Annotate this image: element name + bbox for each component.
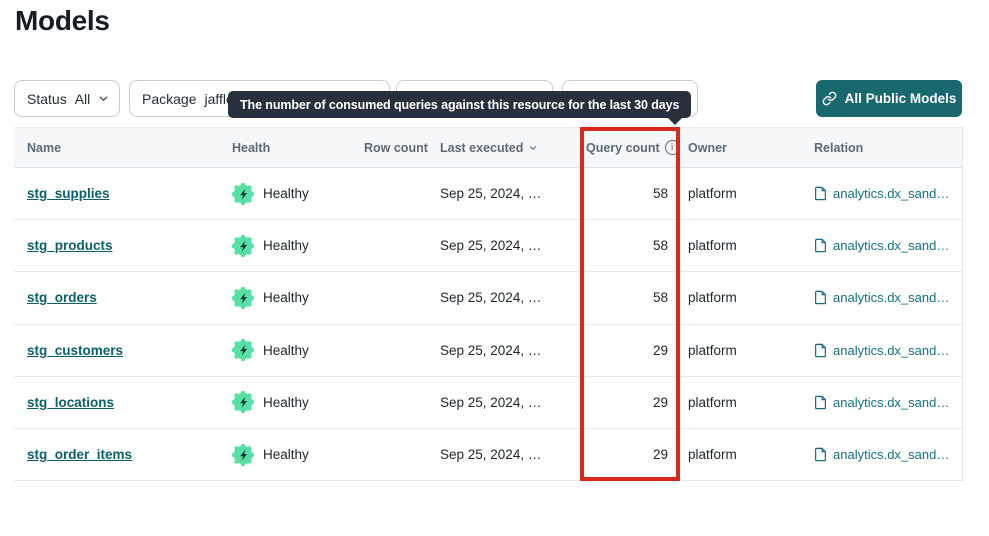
table-row: stg_supplies Healthy	[14, 168, 962, 220]
owner-cell: platform	[680, 447, 800, 462]
status-filter-dropdown[interactable]: Status All	[14, 80, 120, 117]
relation-link[interactable]: analytics.dx_sand…	[814, 290, 962, 305]
health-status-label: Healthy	[263, 290, 309, 305]
column-header-row-count[interactable]: Row count	[364, 141, 440, 155]
owner-cell: platform	[680, 186, 800, 201]
relation-link[interactable]: analytics.dx_sand…	[814, 447, 962, 462]
model-name-link[interactable]: stg_order_items	[27, 447, 132, 462]
health-cell: Healthy	[232, 444, 364, 466]
file-icon	[814, 238, 827, 253]
package-filter-label: Package	[142, 91, 196, 107]
column-header-query-count[interactable]: Query count i	[586, 140, 680, 155]
last-executed-cell: Sep 25, 2024, …	[440, 343, 586, 358]
health-cell: Healthy	[232, 235, 364, 257]
relation-label: analytics.dx_sand…	[833, 186, 949, 201]
table-row: stg_orders Healthy	[14, 272, 962, 324]
column-header-relation[interactable]: Relation	[800, 141, 962, 155]
health-cell: Healthy	[232, 391, 364, 413]
models-page: Models Status All Package jaffle_ All Pu…	[0, 0, 989, 536]
owner-cell: platform	[680, 343, 800, 358]
model-name-link[interactable]: stg_customers	[27, 343, 123, 358]
table-header-row: Name Health Row count Last executed Quer…	[14, 127, 962, 168]
relation-link[interactable]: analytics.dx_sand…	[814, 395, 962, 410]
all-public-models-button[interactable]: All Public Models	[816, 80, 962, 117]
healthy-badge-icon	[232, 235, 254, 257]
tooltip-text: The number of consumed queries against t…	[240, 98, 679, 112]
file-icon	[814, 343, 827, 358]
table-row: stg_products Healthy	[14, 220, 962, 272]
file-icon	[814, 447, 827, 462]
health-status-label: Healthy	[263, 395, 309, 410]
health-status-label: Healthy	[263, 186, 309, 201]
last-executed-cell: Sep 25, 2024, …	[440, 395, 586, 410]
model-name-link[interactable]: stg_products	[27, 238, 113, 253]
owner-cell: platform	[680, 290, 800, 305]
relation-label: analytics.dx_sand…	[833, 447, 949, 462]
health-status-label: Healthy	[263, 447, 309, 462]
file-icon	[814, 186, 827, 201]
table-row: stg_customers Healthy	[14, 325, 962, 377]
file-icon	[814, 290, 827, 305]
column-header-owner[interactable]: Owner	[680, 141, 800, 155]
healthy-badge-icon	[232, 183, 254, 205]
owner-cell: platform	[680, 395, 800, 410]
status-filter-value: All	[75, 91, 91, 107]
owner-cell: platform	[680, 238, 800, 253]
query-count-cell: 58	[586, 238, 680, 253]
model-name-link[interactable]: stg_supplies	[27, 186, 110, 201]
query-count-cell: 58	[586, 290, 680, 305]
column-header-health[interactable]: Health	[232, 141, 364, 155]
healthy-badge-icon	[232, 444, 254, 466]
model-name-link[interactable]: stg_locations	[27, 395, 114, 410]
health-status-label: Healthy	[263, 238, 309, 253]
relation-label: analytics.dx_sand…	[833, 395, 949, 410]
query-count-cell: 29	[586, 447, 680, 462]
health-status-label: Healthy	[263, 343, 309, 358]
relation-link[interactable]: analytics.dx_sand…	[814, 238, 962, 253]
relation-link[interactable]: analytics.dx_sand…	[814, 186, 962, 201]
chevron-down-icon	[98, 93, 109, 104]
page-title: Models	[15, 5, 110, 37]
query-count-cell: 29	[586, 395, 680, 410]
healthy-badge-icon	[232, 391, 254, 413]
health-cell: Healthy	[232, 287, 364, 309]
health-cell: Healthy	[232, 183, 364, 205]
query-count-cell: 29	[586, 343, 680, 358]
model-name-link[interactable]: stg_orders	[27, 290, 97, 305]
table-row: stg_locations Healthy	[14, 377, 962, 429]
healthy-badge-icon	[232, 339, 254, 361]
relation-label: analytics.dx_sand…	[833, 343, 949, 358]
table-row: stg_order_items Healthy	[14, 429, 962, 481]
healthy-badge-icon	[232, 287, 254, 309]
status-filter-label: Status	[27, 91, 67, 107]
column-header-name[interactable]: Name	[14, 141, 232, 155]
all-public-models-label: All Public Models	[845, 91, 957, 106]
last-executed-cell: Sep 25, 2024, …	[440, 290, 586, 305]
link-icon	[822, 91, 837, 106]
query-count-cell: 58	[586, 186, 680, 201]
column-header-last-executed[interactable]: Last executed	[440, 141, 586, 155]
relation-label: analytics.dx_sand…	[833, 290, 949, 305]
relation-link[interactable]: analytics.dx_sand…	[814, 343, 962, 358]
last-executed-cell: Sep 25, 2024, …	[440, 238, 586, 253]
info-icon[interactable]: i	[665, 140, 680, 155]
query-count-tooltip: The number of consumed queries against t…	[228, 91, 691, 118]
last-executed-cell: Sep 25, 2024, …	[440, 447, 586, 462]
relation-label: analytics.dx_sand…	[833, 238, 949, 253]
last-executed-cell: Sep 25, 2024, …	[440, 186, 586, 201]
models-table: Name Health Row count Last executed Quer…	[14, 127, 963, 481]
sort-chevron-down-icon	[528, 143, 538, 153]
file-icon	[814, 395, 827, 410]
health-cell: Healthy	[232, 339, 364, 361]
